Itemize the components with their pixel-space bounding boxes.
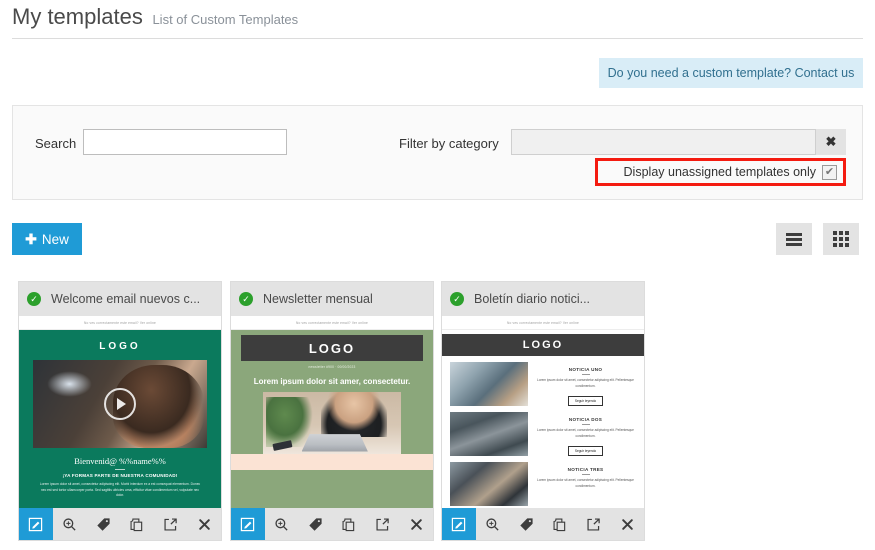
news-body: Lorem ipsum dolor sit amet, consectetur … [537,478,634,488]
template-card[interactable]: ✓ Newsletter mensual No ves correctament… [230,281,434,541]
preview-body-text: Lorem ipsum dolor sit amet, consectetur … [39,482,201,498]
edit-action[interactable] [19,508,53,540]
news-cta-button[interactable]: Seguir leyendo [567,395,604,406]
page-header: My templates List of Custom Templates [12,4,863,39]
duplicate-action[interactable] [543,508,577,540]
news-body: Lorem ipsum dolor sit amet, consectetur … [537,428,634,438]
preview-heading: Bienvenid@ %%name%% [74,456,166,466]
preview-divider [115,469,125,470]
tag-action[interactable] [86,508,120,540]
check-circle-icon: ✓ [450,292,464,306]
duplicate-action[interactable] [332,508,366,540]
unassigned-checkbox[interactable]: ✔ [822,164,837,180]
preview-hero-image [33,360,207,448]
clear-category-button[interactable]: ✖ [816,129,846,155]
check-icon: ✔ [824,165,835,178]
page-title: My templates [12,4,143,29]
list-icon [786,231,802,248]
grid-view-button[interactable] [823,223,859,255]
category-input[interactable] [511,129,816,155]
news-thumbnail [450,362,528,406]
edit-action[interactable] [442,508,476,540]
template-actions [19,508,221,540]
news-thumbnail [450,412,528,456]
close-icon: ✖ [825,134,837,149]
check-circle-icon: ✓ [239,292,253,306]
preview-logo-bar: LOGO [442,334,644,356]
template-actions [442,508,644,540]
export-action[interactable] [154,508,188,540]
template-preview: No ves correctamente este email? Ver onl… [231,316,433,508]
laptop-shape [301,434,368,452]
export-action[interactable] [577,508,611,540]
template-title: Boletín diario notici... [474,292,591,306]
template-card-header: ✓ Welcome email nuevos c... [19,282,221,316]
template-card[interactable]: ✓ Welcome email nuevos c... No ves corre… [18,281,222,541]
duplicate-action[interactable] [120,508,154,540]
preview-pretext: No ves correctamente este email? Ver onl… [231,316,433,330]
new-template-button[interactable]: ✚ New [12,223,82,255]
plus-icon: ✚ [25,231,37,247]
grid-icon [833,231,849,247]
preview-action[interactable] [53,508,87,540]
news-divider [581,374,590,375]
preview-logo: LOGO [99,341,141,352]
preview-action[interactable] [265,508,299,540]
preview-hero-image [263,392,401,454]
export-action[interactable] [366,508,400,540]
news-divider [581,424,590,425]
unassigned-checkbox-label: Display unassigned templates only [623,165,816,179]
delete-action[interactable] [399,508,433,540]
search-label: Search [35,136,77,151]
template-title: Newsletter mensual [263,292,373,306]
preview-pretext: No ves correctamente este email? Ver onl… [442,316,644,330]
person-shape [320,392,388,437]
preview-logo-bar: LOGO [241,335,423,361]
preview-action[interactable] [476,508,510,540]
tag-action[interactable] [509,508,543,540]
preview-headline: Lorem ipsum dolor sit amer, consectetur. [253,377,411,386]
preview-footer-strip [231,454,433,470]
template-card[interactable]: ✓ Boletín diario notici... No ves correc… [441,281,645,541]
preview-body: LOGO NOTICIA UNO Lorem ipsum dolor sit a… [442,334,644,508]
preview-body: LOGO newsletter #900 · 00/00/2023 Lorem … [231,330,433,508]
search-input[interactable] [83,129,287,155]
play-icon [104,388,136,420]
news-item: NOTICIA TRES Lorem ipsum dolor sit amet,… [442,456,644,506]
news-divider [581,474,590,475]
check-circle-icon: ✓ [27,292,41,306]
contact-us-banner[interactable]: Do you need a custom template? Contact u… [599,58,863,88]
delete-action[interactable] [187,508,221,540]
new-template-label: New [41,231,69,247]
template-card-header: ✓ Boletín diario notici... [442,282,644,316]
preview-logo: LOGO [522,339,564,351]
news-title: NOTICIA DOS [568,417,603,422]
template-actions [231,508,433,540]
news-item: NOTICIA DOS Lorem ipsum dolor sit amet, … [442,406,644,456]
template-preview: No ves correctamente este email? Ver onl… [442,316,644,508]
preview-body: LOGO Bienvenid@ %%name%% ¡YA FORMAS PART… [19,330,221,508]
preview-logo: LOGO [308,340,356,356]
template-title: Welcome email nuevos c... [51,292,201,306]
page-subtitle: List of Custom Templates [152,12,299,27]
unassigned-filter-highlight: Display unassigned templates only ✔ [595,158,846,186]
filter-panel: Search Filter by category ✖ Display unas… [12,105,863,200]
news-cta-button[interactable]: Seguir leyendo [567,445,604,456]
news-title: NOTICIA TRES [567,467,604,472]
preview-pretext: No ves correctamente este email? Ver onl… [19,316,221,330]
category-label: Filter by category [399,136,499,151]
template-preview: No ves correctamente este email? Ver onl… [19,316,221,508]
news-thumbnail [450,462,528,506]
contact-us-label: Do you need a custom template? Contact u… [607,66,855,80]
preview-meta: newsletter #900 · 00/00/2023 [308,365,356,369]
tag-action[interactable] [298,508,332,540]
template-card-header: ✓ Newsletter mensual [231,282,433,316]
news-body: Lorem ipsum dolor sit amet, consectetur … [537,378,634,388]
news-item: NOTICIA UNO Lorem ipsum dolor sit amet, … [442,356,644,406]
plant-shape [265,396,313,447]
edit-action[interactable] [231,508,265,540]
list-view-button[interactable] [776,223,812,255]
news-title: NOTICIA UNO [568,367,603,372]
delete-action[interactable] [610,508,644,540]
